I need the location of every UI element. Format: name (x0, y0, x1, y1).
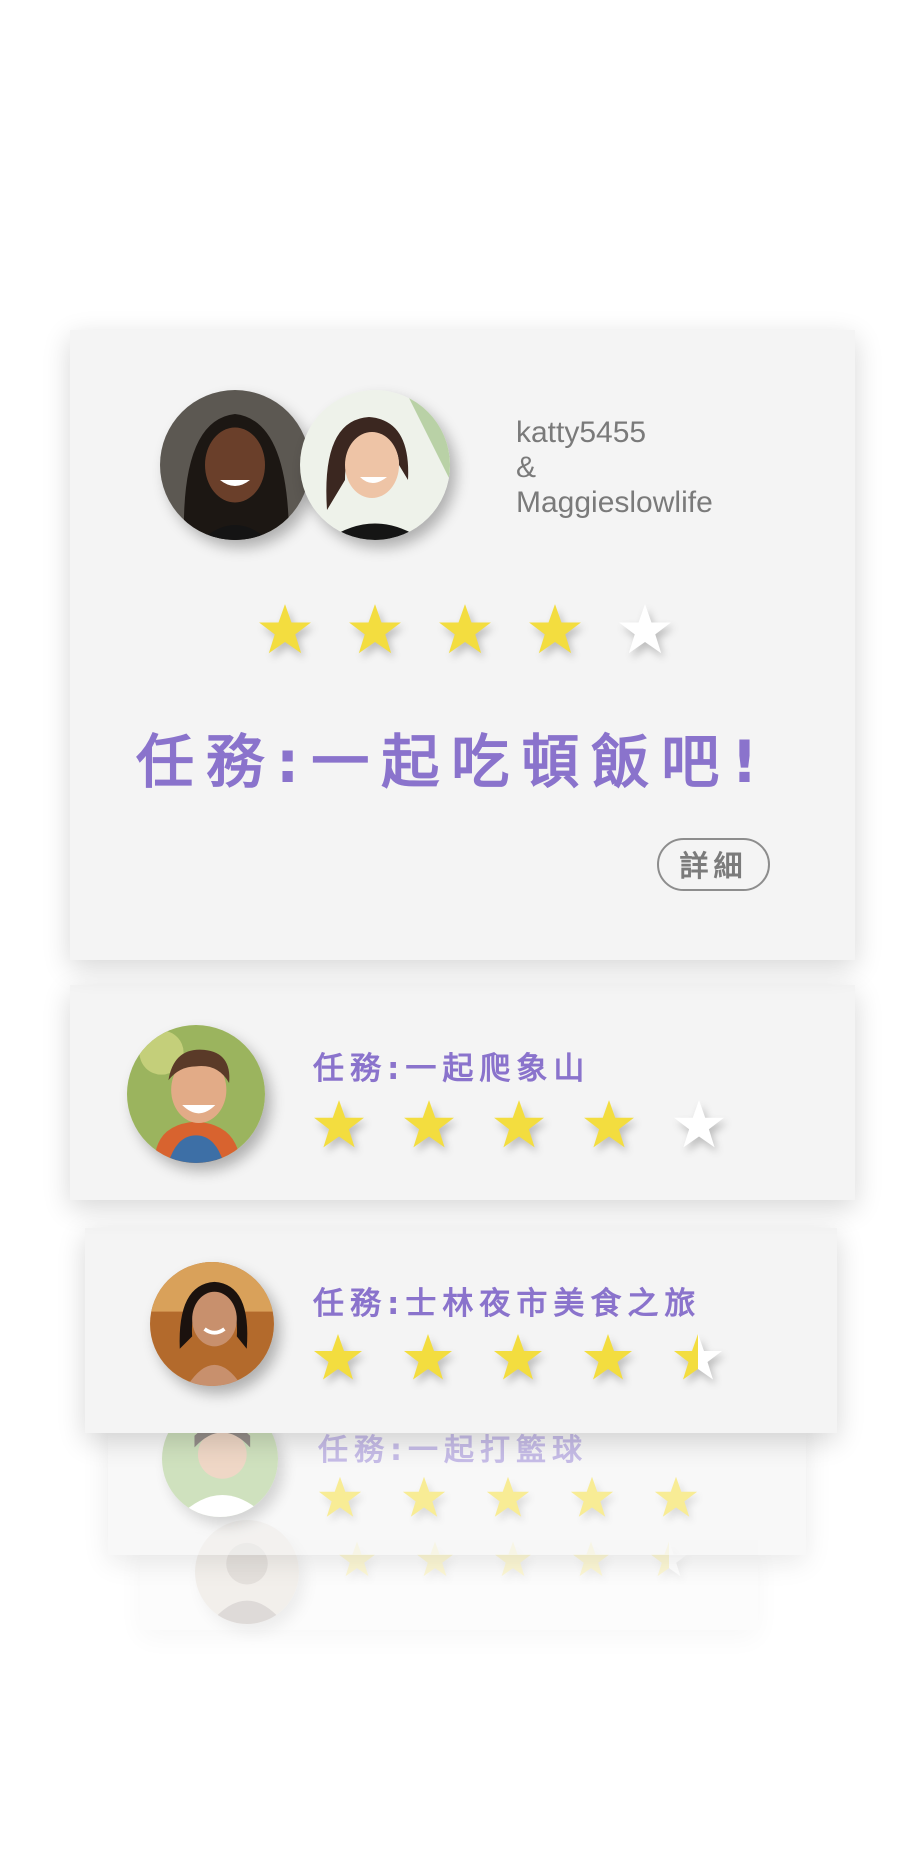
mission-card-3[interactable]: 任務:士林夜市美食之旅 (85, 1228, 837, 1433)
star-icon-filled (584, 1334, 632, 1380)
star-icon-half (674, 1334, 722, 1380)
ampersand: & (516, 451, 537, 484)
avatar (150, 1262, 274, 1386)
mission-card-2[interactable]: 任務:一起爬象山 (70, 985, 855, 1200)
star-icon-filled (314, 1334, 362, 1380)
mission-card-4[interactable]: 任務:一起打籃球 (108, 1401, 806, 1555)
avatar-user-2 (300, 390, 450, 540)
username-2: Maggieslowlife (516, 486, 713, 519)
avatar-user-1 (160, 390, 310, 540)
star-icon-filled (404, 1334, 452, 1380)
star-icon-filled (349, 604, 401, 654)
star-icon-filled (439, 604, 491, 654)
star-icon-empty (619, 604, 671, 654)
username-1: katty5455 (516, 416, 647, 449)
star-icon-filled (314, 1100, 364, 1148)
star-icon-filled (404, 1100, 454, 1148)
mission-title: 任務:一起吃頓飯吧! (136, 728, 770, 796)
star-icon-filled (486, 1476, 530, 1517)
star-icon-filled (494, 1100, 544, 1148)
mission-title: 任務:一起爬象山 (313, 1051, 591, 1087)
star-icon-filled (584, 1100, 634, 1148)
star-icon-filled (259, 604, 311, 654)
detail-button[interactable]: 詳細 (657, 838, 770, 891)
avatar (127, 1025, 265, 1163)
star-icon-filled (654, 1476, 698, 1517)
pair-usernames: katty5455 & Maggieslowlife (516, 415, 713, 520)
star-icon-filled (494, 1334, 542, 1380)
star-icon-filled (318, 1476, 362, 1517)
star-icon-filled (402, 1476, 446, 1517)
star-icon-filled (570, 1476, 614, 1517)
mission-title: 任務:士林夜市美食之旅 (313, 1286, 702, 1322)
star-icon-empty (674, 1100, 724, 1148)
star-icon-filled (529, 604, 581, 654)
